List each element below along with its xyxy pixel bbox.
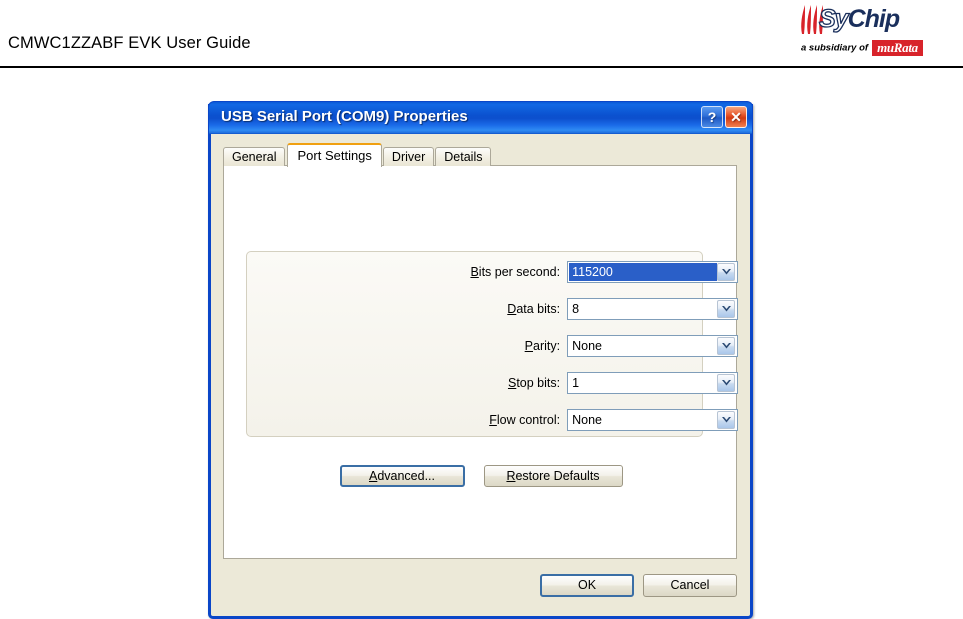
label-text-bits-per-second: its per second: <box>478 264 561 279</box>
combo-bits-per-second[interactable]: 115200 <box>567 260 738 283</box>
tab-page-port-settings: Bits per second: 115200 Data bits: 8 Par… <box>223 165 738 559</box>
titlebar-button-group: ? ✕ <box>701 106 747 128</box>
row-bits-per-second: Bits per second: 115200 <box>224 259 738 284</box>
combo-value-parity: None <box>572 338 602 353</box>
advanced-button[interactable]: Advanced... <box>339 465 465 487</box>
help-button[interactable]: ? <box>701 106 723 128</box>
accesskey-parity: P <box>524 338 533 353</box>
label-stop-bits: Stop bits: <box>224 376 567 390</box>
accesskey-restore: R <box>506 468 516 483</box>
label-text-stop-bits: top bits: <box>516 375 561 390</box>
chevron-down-icon[interactable] <box>717 299 735 318</box>
label-text-data-bits: ata bits: <box>516 301 561 316</box>
logo-text-sy: Sy <box>818 4 849 33</box>
chevron-down-icon[interactable] <box>717 410 735 429</box>
label-flow-control: Flow control: <box>224 413 567 427</box>
combo-value-flow-control: None <box>572 412 602 427</box>
logo-subsidiary-text: a subsidiary of <box>801 42 869 54</box>
settings-action-buttons: Advanced... Restore Defaults <box>224 465 738 487</box>
label-bits-per-second: Bits per second: <box>224 265 567 279</box>
properties-dialog: USB Serial Port (COM9) Properties ? ✕ Ge… <box>208 101 753 619</box>
combo-flow-control[interactable]: None <box>567 408 738 431</box>
sychip-logo: SyChip a subsidiary of muRata <box>799 3 951 59</box>
combo-value-data-bits: 8 <box>572 301 580 316</box>
accesskey-advanced: A <box>368 468 378 483</box>
ok-button[interactable]: OK <box>540 574 634 597</box>
combo-parity[interactable]: None <box>567 334 738 357</box>
logo-wordmark: SyChip <box>799 3 951 37</box>
chevron-down-icon[interactable] <box>717 336 735 355</box>
tab-driver[interactable]: Driver <box>382 147 435 166</box>
cancel-button[interactable]: Cancel <box>643 574 737 597</box>
restore-defaults-button-label: estore Defaults <box>515 468 600 483</box>
document-header: CMWC1ZZABF EVK User Guide SyChip a subsi… <box>0 0 963 68</box>
label-data-bits: Data bits: <box>224 302 567 316</box>
accesskey-flow-control: F <box>489 412 497 427</box>
tab-strip: General Port Settings Driver Details <box>223 143 492 167</box>
chevron-down-icon[interactable] <box>717 262 735 281</box>
row-flow-control: Flow control: None <box>224 407 738 432</box>
tab-port-settings[interactable]: Port Settings <box>287 143 382 167</box>
combo-data-bits[interactable]: 8 <box>567 297 738 320</box>
tab-details[interactable]: Details <box>435 147 492 166</box>
accesskey-data-bits: D <box>507 301 517 316</box>
combo-value-bits-per-second: 115200 <box>569 262 717 281</box>
row-parity: Parity: None <box>224 333 738 358</box>
accesskey-bits-per-second: B <box>470 264 479 279</box>
logo-subsidiary-line: a subsidiary of muRata <box>801 39 951 56</box>
label-parity: Parity: <box>224 339 567 353</box>
advanced-button-label: dvanced... <box>377 468 436 483</box>
chevron-down-icon[interactable] <box>717 373 735 392</box>
label-text-flow-control: low control: <box>496 412 561 427</box>
combo-value-stop-bits: 1 <box>572 375 580 390</box>
logo-text-chip: Chip <box>847 5 901 33</box>
row-data-bits: Data bits: 8 <box>224 296 738 321</box>
murata-logo: muRata <box>872 39 923 56</box>
label-text-parity: arity: <box>533 338 561 353</box>
close-button[interactable]: ✕ <box>725 106 747 128</box>
dialog-title: USB Serial Port (COM9) Properties <box>221 108 468 125</box>
combo-stop-bits[interactable]: 1 <box>567 371 738 394</box>
tab-general[interactable]: General <box>223 147 286 166</box>
header-divider <box>0 66 963 68</box>
page-title: CMWC1ZZABF EVK User Guide <box>8 34 251 52</box>
logo-text: SyChip <box>818 3 901 35</box>
dialog-button-bar: OK Cancel <box>540 574 737 597</box>
restore-defaults-button[interactable]: Restore Defaults <box>483 465 623 487</box>
row-stop-bits: Stop bits: 1 <box>224 370 738 395</box>
port-settings-form: Bits per second: 115200 Data bits: 8 Par… <box>224 259 738 444</box>
dialog-titlebar[interactable]: USB Serial Port (COM9) Properties ? ✕ <box>208 101 753 134</box>
